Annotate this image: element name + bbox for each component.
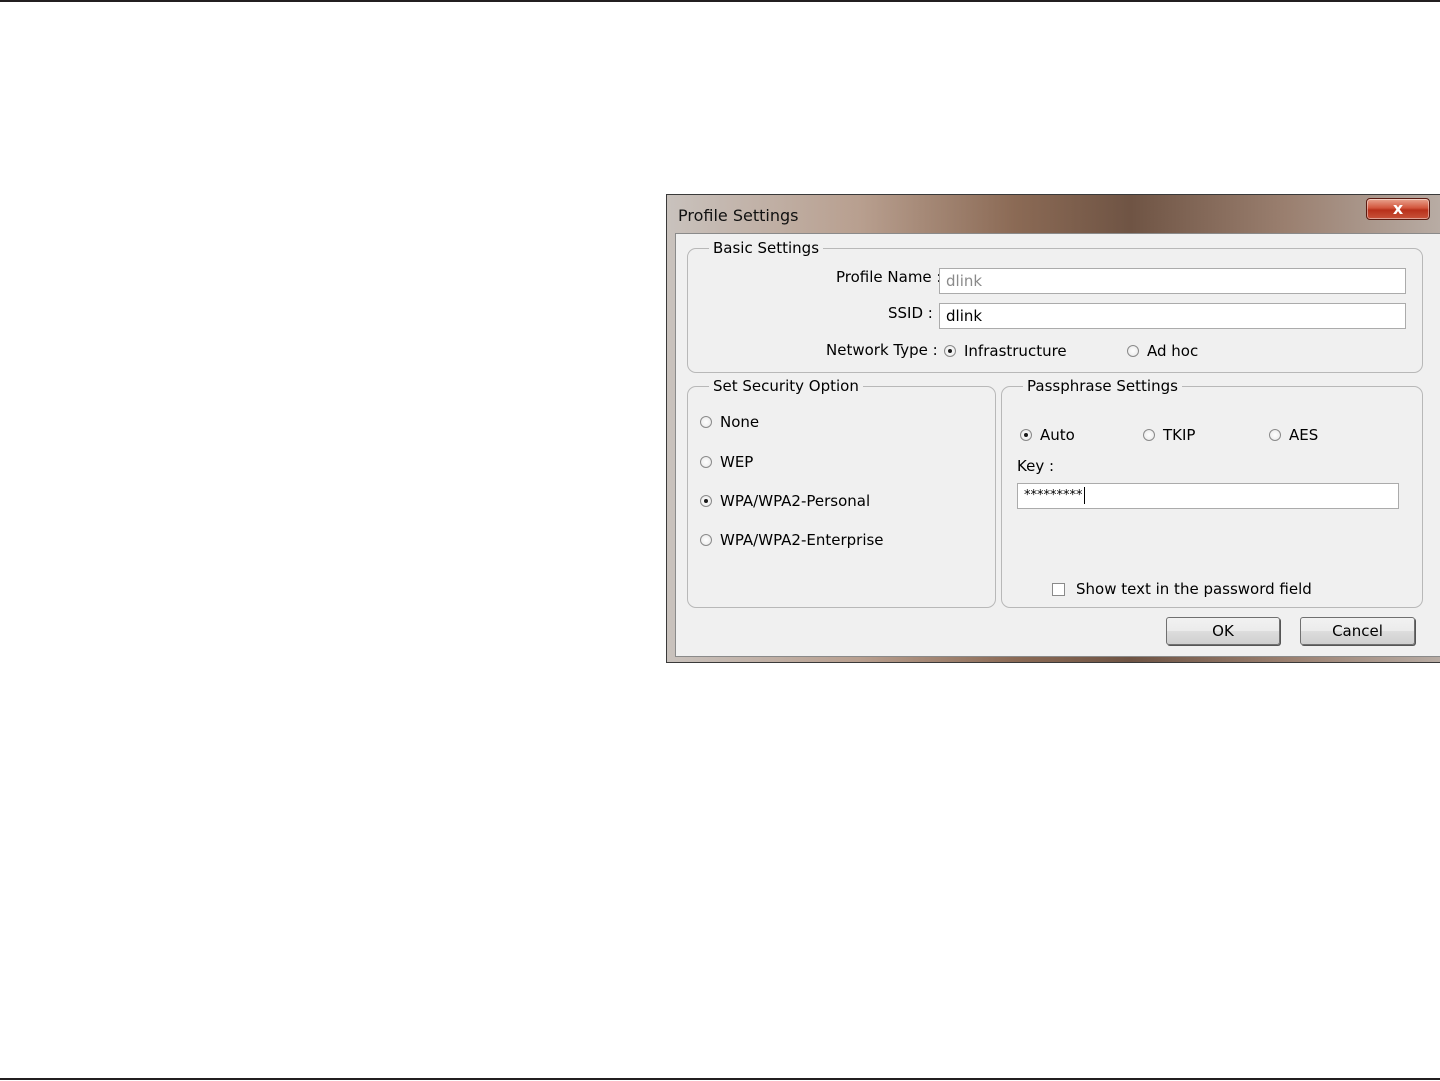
radio-security-wpa-personal-label: WPA/WPA2-Personal: [720, 492, 871, 510]
profile-name-label: Profile Name :: [836, 268, 942, 286]
radio-security-wpa-personal[interactable]: WPA/WPA2-Personal: [700, 492, 870, 510]
radio-cipher-tkip-label: TKIP: [1163, 426, 1196, 444]
passphrase-settings-group: Passphrase Settings Auto TKIP AES Key : …: [1001, 377, 1423, 608]
passphrase-settings-legend: Passphrase Settings: [1023, 377, 1182, 395]
security-option-legend: Set Security Option: [709, 377, 863, 395]
radio-security-wpa-enterprise-label: WPA/WPA2-Enterprise: [720, 531, 884, 549]
radio-button-icon: [1143, 429, 1155, 441]
dialog-client-area: Basic Settings Profile Name : dlink SSID…: [675, 233, 1440, 657]
radio-cipher-aes[interactable]: AES: [1269, 426, 1318, 444]
key-value: *********: [1024, 488, 1083, 503]
page-bottom-rule: [0, 1078, 1440, 1080]
security-option-group: Set Security Option None WEP WPA/WPA2-Pe…: [687, 377, 996, 608]
key-label: Key :: [1017, 457, 1055, 475]
page-top-rule: [0, 0, 1440, 2]
profile-name-field[interactable]: dlink: [939, 268, 1406, 294]
basic-settings-group: Basic Settings Profile Name : dlink SSID…: [687, 239, 1423, 373]
radio-cipher-tkip[interactable]: TKIP: [1143, 426, 1195, 444]
show-text-checkbox[interactable]: Show text in the password field: [1052, 580, 1312, 598]
radio-infrastructure[interactable]: Infrastructure: [944, 342, 1067, 360]
radio-security-none[interactable]: None: [700, 413, 759, 431]
radio-button-icon: [700, 456, 712, 468]
basic-settings-legend: Basic Settings: [709, 239, 824, 257]
cancel-button[interactable]: Cancel: [1300, 617, 1415, 645]
radio-button-icon: [944, 345, 956, 357]
radio-security-wep[interactable]: WEP: [700, 453, 753, 471]
text-cursor: [1083, 487, 1085, 504]
radio-button-icon: [1269, 429, 1281, 441]
radio-security-none-label: None: [720, 413, 760, 431]
show-text-label: Show text in the password field: [1076, 580, 1312, 598]
radio-cipher-auto-label: Auto: [1040, 426, 1075, 444]
key-field[interactable]: *********: [1017, 483, 1399, 509]
radio-infrastructure-label: Infrastructure: [964, 342, 1067, 360]
checkbox-icon: [1052, 582, 1065, 596]
close-button[interactable]: x: [1366, 198, 1430, 220]
radio-cipher-auto[interactable]: Auto: [1020, 426, 1075, 444]
close-icon: x: [1392, 199, 1404, 218]
profile-settings-dialog: Profile Settings x Basic Settings Profil…: [666, 194, 1440, 663]
radio-button-icon: [700, 534, 712, 546]
window-title: Profile Settings: [678, 206, 799, 225]
radio-button-icon: [700, 495, 712, 507]
ssid-field[interactable]: dlink: [939, 303, 1406, 329]
radio-button-icon: [700, 416, 712, 428]
radio-adhoc-label: Ad hoc: [1147, 342, 1199, 360]
ssid-label: SSID :: [888, 304, 933, 322]
network-type-label: Network Type :: [826, 341, 938, 359]
radio-cipher-aes-label: AES: [1289, 426, 1319, 444]
radio-security-wpa-enterprise[interactable]: WPA/WPA2-Enterprise: [700, 531, 884, 549]
radio-button-icon: [1127, 345, 1139, 357]
ok-button[interactable]: OK: [1166, 617, 1280, 645]
radio-security-wep-label: WEP: [720, 453, 754, 471]
radio-adhoc[interactable]: Ad hoc: [1127, 342, 1198, 360]
radio-button-icon: [1020, 429, 1032, 441]
title-bar[interactable]: Profile Settings x: [667, 195, 1440, 233]
